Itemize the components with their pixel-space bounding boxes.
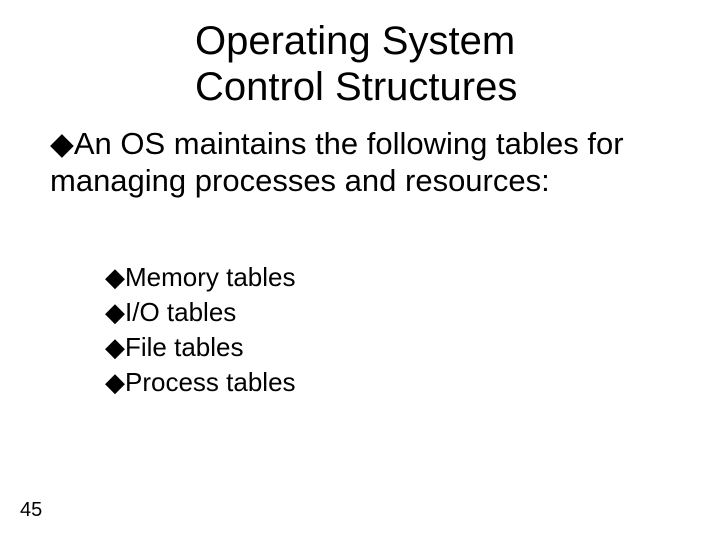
list-item-label: Memory tables (125, 262, 296, 292)
page-number: 45 (20, 499, 42, 522)
list-item: ◆File tables (105, 330, 296, 365)
title-line-1: Operating System (195, 19, 515, 63)
slide: Operating System Control Structures ◆An … (0, 0, 720, 540)
list-item-label: I/O tables (125, 297, 236, 327)
list-item-label: Process tables (125, 367, 296, 397)
intro-text: An OS maintains the following tables for… (50, 126, 624, 198)
list-item: ◆I/O tables (105, 295, 296, 330)
intro-paragraph: ◆An OS maintains the following tables fo… (50, 126, 680, 199)
diamond-bullet-icon: ◆ (105, 330, 125, 365)
diamond-bullet-icon: ◆ (105, 260, 125, 295)
title-line-2: Control Structures (195, 65, 517, 109)
sub-list: ◆Memory tables ◆I/O tables ◆File tables … (105, 260, 296, 400)
list-item-label: File tables (125, 332, 244, 362)
diamond-bullet-icon: ◆ (105, 365, 125, 400)
slide-title: Operating System Control Structures (195, 18, 517, 110)
diamond-bullet-icon: ◆ (50, 126, 74, 163)
list-item: ◆Process tables (105, 365, 296, 400)
list-item: ◆Memory tables (105, 260, 296, 295)
diamond-bullet-icon: ◆ (105, 295, 125, 330)
